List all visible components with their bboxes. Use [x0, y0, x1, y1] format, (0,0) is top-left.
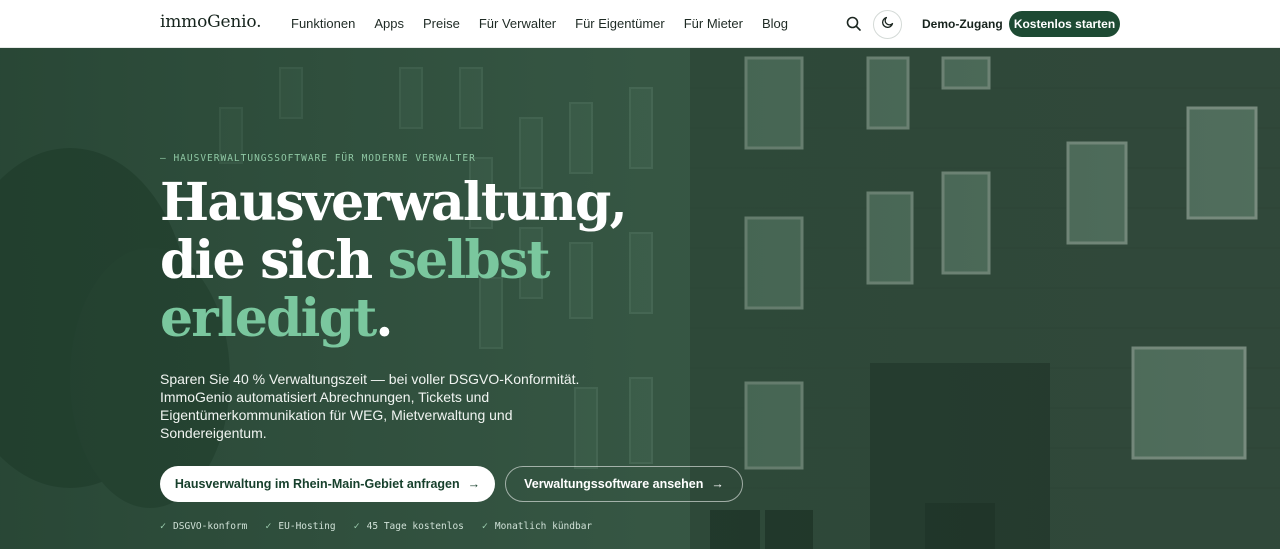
view-software-button[interactable]: Verwaltungssoftware ansehen →: [505, 466, 743, 502]
checkmark-icon: ✓: [353, 521, 360, 532]
nav-link-fuer-eigentuemer[interactable]: Für Eigentümer: [575, 16, 665, 31]
request-button-label: Hausverwaltung im Rhein-Main-Gebiet anfr…: [174, 477, 460, 491]
headline-accent-erledigt: erledigt: [160, 288, 377, 349]
headline-line-1: Hausverwaltung,: [160, 172, 628, 233]
request-property-management-button[interactable]: Hausverwaltung im Rhein-Main-Gebiet anfr…: [160, 466, 495, 502]
nav-link-blog[interactable]: Blog: [762, 16, 788, 31]
arrow-right-icon: →: [467, 477, 481, 491]
nav-link-funktionen[interactable]: Funktionen: [291, 16, 355, 31]
moon-icon: [881, 15, 895, 34]
main-nav: Funktionen Apps Preise Für Verwalter Für…: [291, 16, 788, 31]
demo-access-link[interactable]: Demo-Zugang: [922, 17, 1003, 31]
hero-eyebrow: — HAUSVERWALTUNGSSOFTWARE FÜR MODERNE VE…: [160, 153, 476, 164]
feature-label: 45 Tage kostenlos: [366, 521, 464, 532]
feature-label: DSGVO-konform: [173, 521, 248, 532]
feature-item: ✓ Monatlich kündbar: [482, 521, 592, 532]
headline-line-2-plain: die sich: [160, 230, 388, 291]
arrow-right-icon: →: [711, 477, 724, 491]
feature-label: Monatlich kündbar: [494, 521, 593, 532]
nav-link-apps[interactable]: Apps: [374, 16, 404, 31]
nav-link-preise[interactable]: Preise: [423, 16, 460, 31]
hero-headline: Hausverwaltung, die sich selbst erledigt…: [160, 174, 720, 348]
headline-accent-selbst: selbst: [387, 230, 551, 291]
nav-link-fuer-verwalter[interactable]: Für Verwalter: [479, 16, 556, 31]
headline-period: .: [375, 288, 393, 349]
nav-link-fuer-mieter[interactable]: Für Mieter: [684, 16, 743, 31]
view-software-label: Verwaltungssoftware ansehen: [524, 477, 704, 491]
search-icon[interactable]: [845, 15, 863, 33]
top-navigation: immoGenio. Funktionen Apps Preise Für Ve…: [0, 0, 1280, 48]
feature-item: ✓ DSGVO-konform: [160, 521, 247, 532]
checkmark-icon: ✓: [160, 521, 167, 532]
feature-item: ✓ EU-Hosting: [265, 521, 335, 532]
hero-section: — HAUSVERWALTUNGSSOFTWARE FÜR MODERNE VE…: [0, 48, 1280, 549]
feature-checklist: ✓ DSGVO-konform ✓ EU-Hosting ✓ 45 Tage k…: [160, 521, 592, 532]
feature-label: EU-Hosting: [278, 521, 336, 532]
hero-subtext: Sparen Sie 40 % Verwaltungszeit — bei vo…: [160, 371, 580, 441]
start-free-button[interactable]: Kostenlos starten: [1009, 11, 1120, 37]
logo[interactable]: immoGenio.: [160, 12, 261, 32]
feature-item: ✓ 45 Tage kostenlos: [354, 521, 464, 532]
checkmark-icon: ✓: [481, 521, 488, 532]
checkmark-icon: ✓: [265, 521, 272, 532]
theme-toggle-button[interactable]: [873, 10, 902, 39]
